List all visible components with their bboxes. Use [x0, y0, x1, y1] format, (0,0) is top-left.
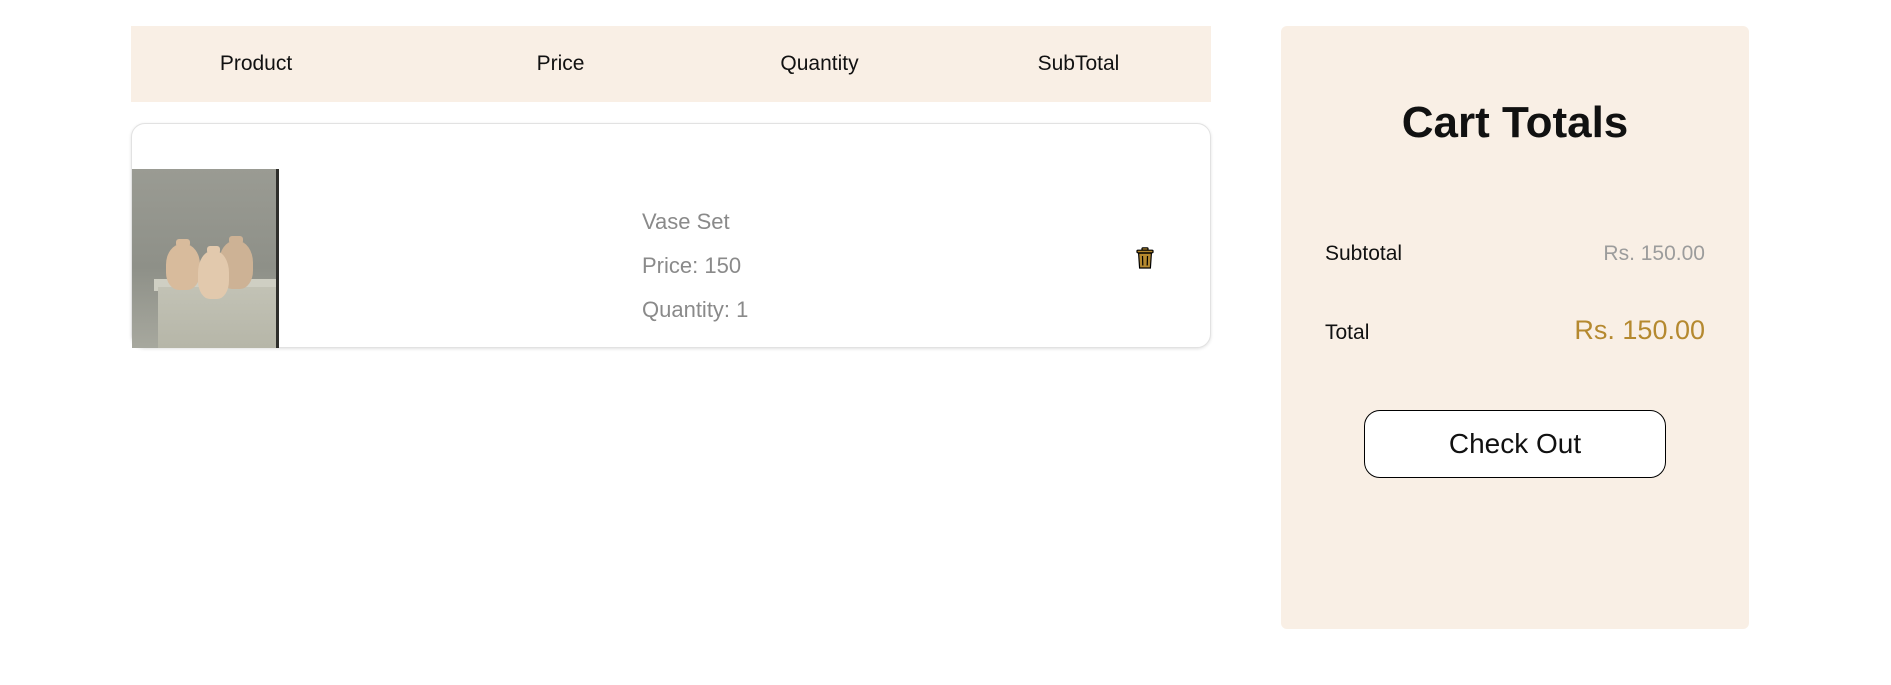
vase-shape [166, 239, 200, 290]
item-name: Vase Set [642, 209, 730, 234]
cart-totals-title: Cart Totals [1401, 98, 1629, 147]
product-image[interactable] [132, 169, 279, 348]
subtotal-value: Rs. 150.00 [1603, 242, 1705, 265]
cart-item-card: Vase Set Price: 150 Quantity: 1 [131, 123, 1211, 348]
vase-shape [198, 246, 229, 299]
header-product: Product [219, 52, 293, 75]
cart-table-header: Product Price Quantity SubTotal [131, 26, 1211, 102]
total-label: Total [1325, 321, 1370, 344]
item-price: Price: 150 [642, 253, 742, 278]
checkout-button[interactable]: Check Out [1364, 410, 1666, 478]
subtotal-label: Subtotal [1325, 242, 1403, 265]
item-quantity: Quantity: 1 [642, 297, 749, 322]
header-quantity: Quantity [780, 52, 859, 75]
item-details: Vase Set Price: 150 Quantity: 1 [642, 200, 748, 332]
cart-totals-panel: Cart Totals Subtotal Rs. 150.00 Total Rs… [1281, 26, 1749, 629]
trash-icon[interactable] [1136, 247, 1154, 269]
total-value: Rs. 150.00 [1574, 315, 1705, 345]
header-price: Price [536, 52, 585, 75]
header-subtotal: SubTotal [1037, 52, 1120, 75]
image-edge [276, 169, 279, 348]
